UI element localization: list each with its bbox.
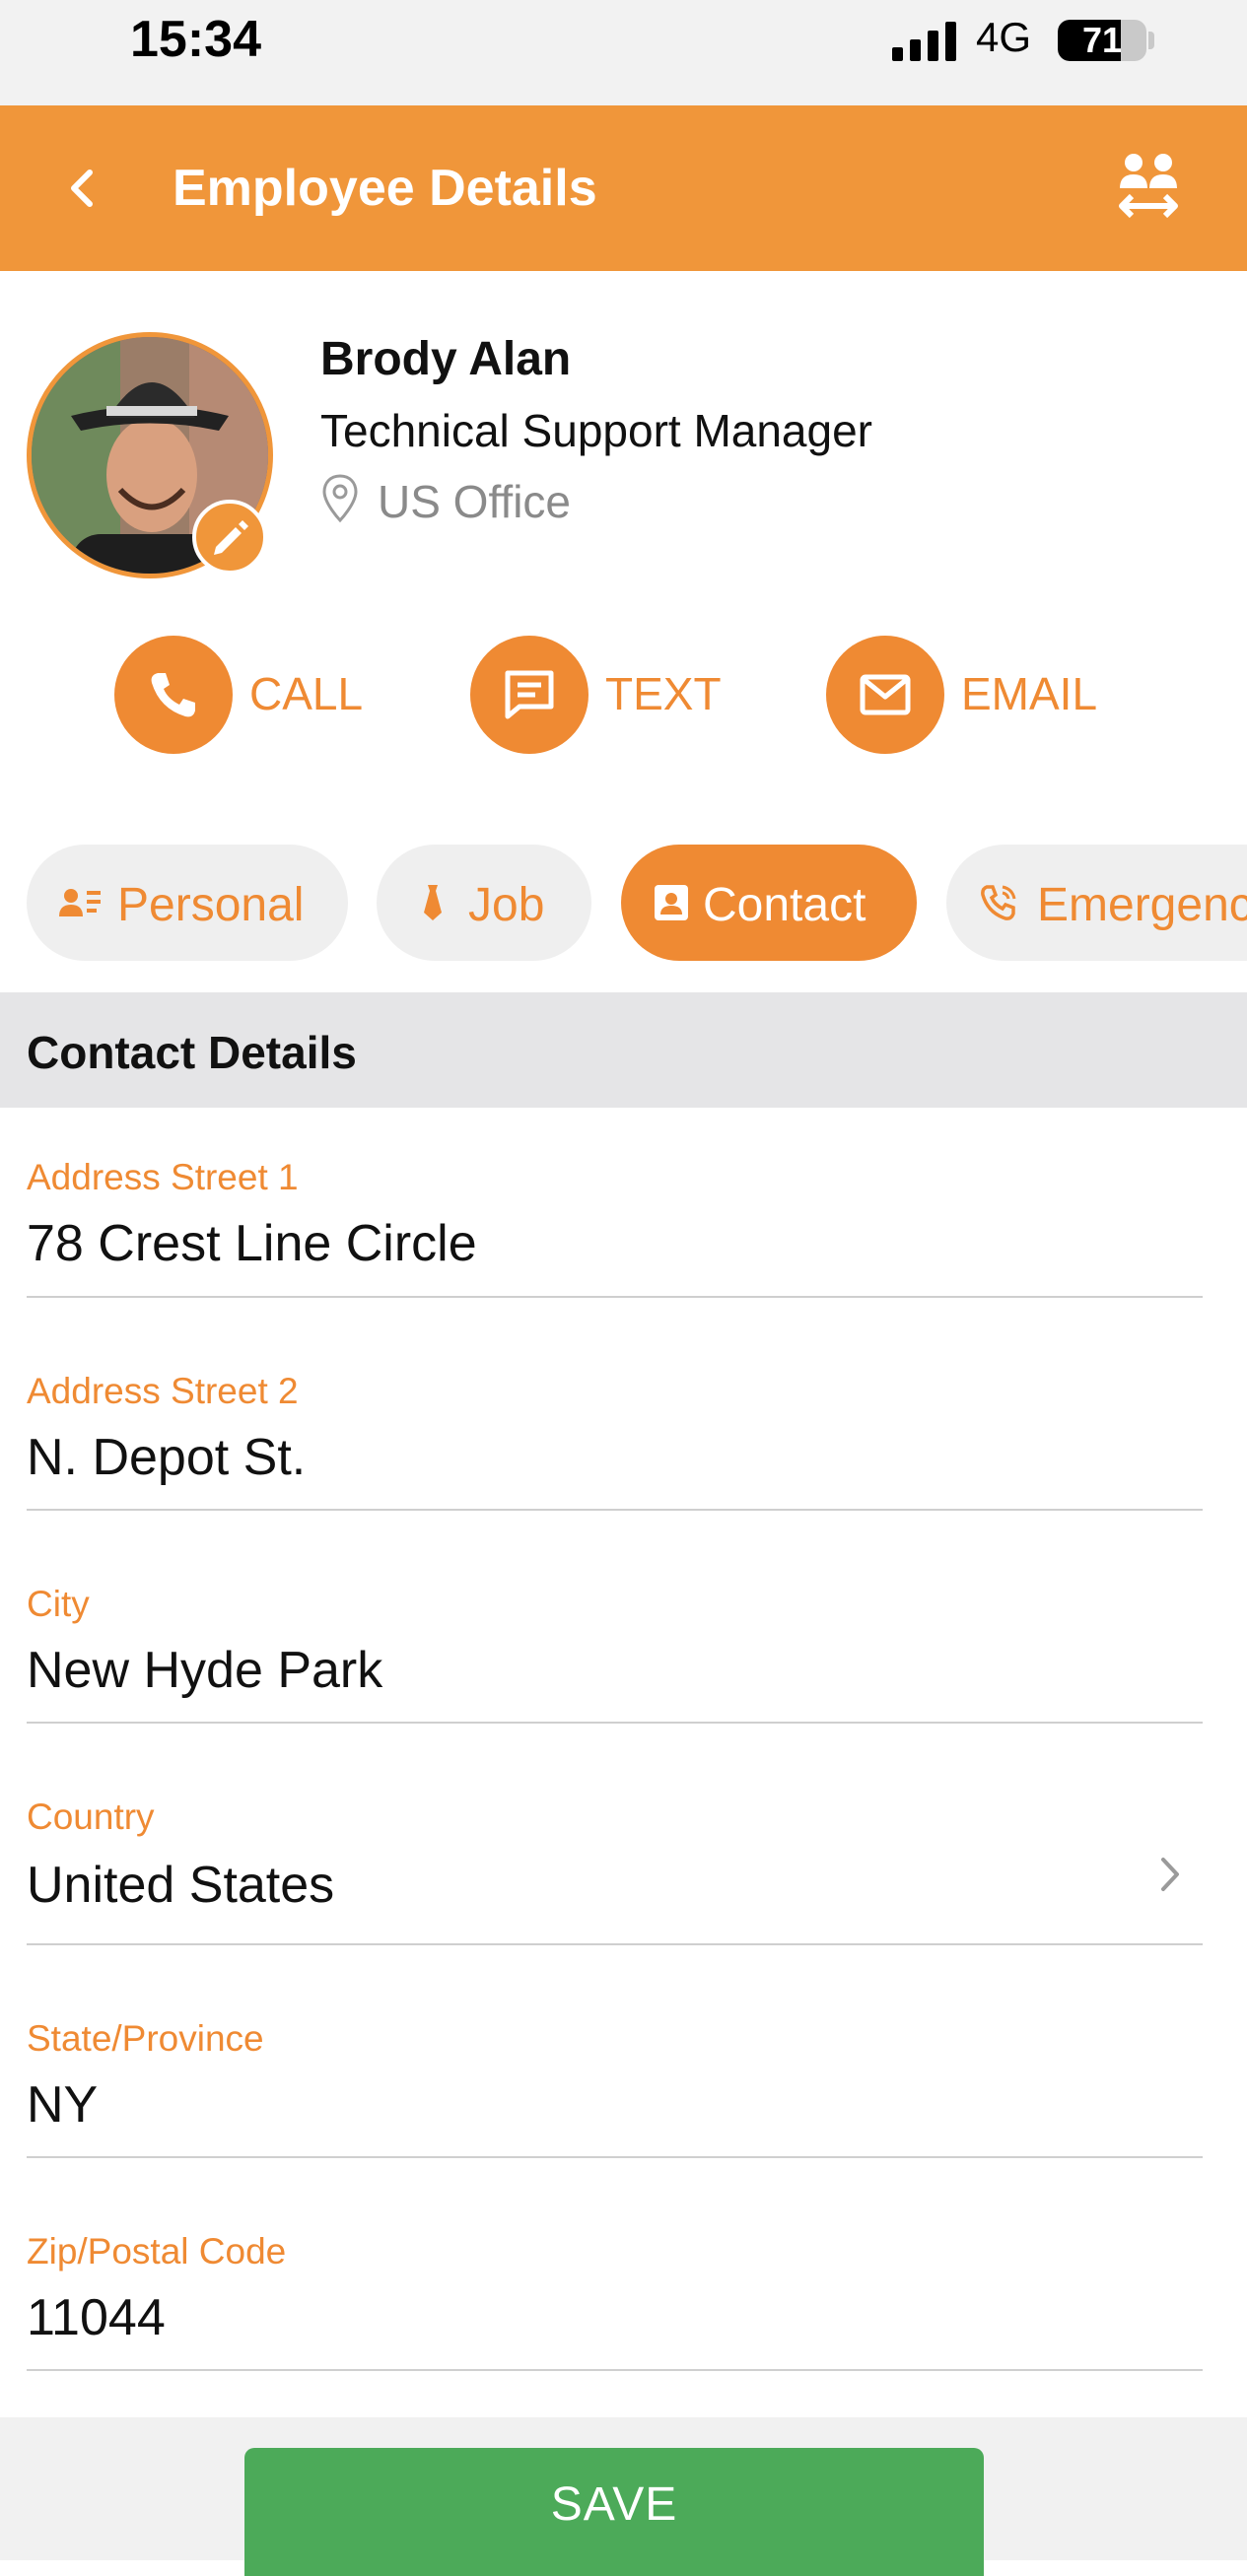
transfer-employee-button[interactable] <box>1104 145 1193 234</box>
call-button[interactable]: CALL <box>114 636 371 754</box>
field-value[interactable]: 11044 <box>27 2288 166 2347</box>
phone-call-icon <box>981 885 1016 920</box>
employee-job-title: Technical Support Manager <box>320 405 872 456</box>
field-value[interactable]: N. Depot St. <box>27 1428 306 1487</box>
text-circle <box>470 636 589 754</box>
edit-photo-button[interactable] <box>192 500 267 575</box>
person-card-icon <box>59 889 101 916</box>
field-value[interactable]: United States <box>27 1856 334 1915</box>
status-time: 15:34 <box>130 11 261 68</box>
save-label: SAVE <box>550 2478 678 2531</box>
zip-postal-code-field[interactable]: Zip/Postal Code 11044 <box>27 2158 1203 2371</box>
field-label: Country <box>27 1796 155 1837</box>
employee-name: Brody Alan <box>320 333 572 385</box>
field-value[interactable]: New Hyde Park <box>27 1641 382 1700</box>
state-province-field[interactable]: State/Province NY <box>27 1945 1203 2158</box>
text-button[interactable]: TEXT <box>470 636 727 754</box>
chevron-left-icon <box>71 169 93 207</box>
field-label: Zip/Postal Code <box>27 2231 287 2271</box>
section-header: Contact Details <box>0 992 1247 1108</box>
text-label: TEXT <box>605 668 722 719</box>
chevron-right-icon <box>1161 1858 1179 1891</box>
city-field[interactable]: City New Hyde Park <box>27 1511 1203 1724</box>
footer: SAVE <box>0 2417 1247 2576</box>
employee-location: US Office <box>378 476 571 527</box>
status-bar: 15:34 4G 71 <box>0 0 1247 105</box>
phone-icon <box>151 673 195 717</box>
tab-label: Personal <box>117 879 305 931</box>
tab-contact[interactable]: Contact <box>621 845 917 961</box>
employee-profile: Brody Alan Technical Support Manager US … <box>0 271 1247 833</box>
tie-icon <box>424 885 442 920</box>
tab-emergency[interactable]: Emergenc <box>946 845 1247 961</box>
section-title: Contact Details <box>27 1027 357 1078</box>
contact-book-icon <box>655 885 688 920</box>
back-button[interactable] <box>44 149 123 228</box>
address-street-2-field[interactable]: Address Street 2 N. Depot St. <box>27 1298 1203 1511</box>
app-bar: Employee Details <box>0 105 1247 271</box>
field-label: State/Province <box>27 2018 264 2059</box>
location-pin-icon <box>322 474 358 523</box>
pencil-icon <box>214 520 248 555</box>
call-label: CALL <box>249 668 364 719</box>
email-button[interactable]: EMAIL <box>826 636 1122 754</box>
battery-percent: 71 <box>1081 20 1123 60</box>
field-label: Address Street 1 <box>27 1157 299 1197</box>
battery-icon: 71 <box>1058 20 1146 61</box>
email-label: EMAIL <box>961 668 1098 719</box>
field-label: City <box>27 1584 90 1624</box>
tab-bar: Personal Job Contact Emergenc <box>0 843 1247 966</box>
people-transfer-icon <box>1119 154 1178 219</box>
country-field[interactable]: Country United States <box>27 1724 1203 1945</box>
message-icon <box>505 670 554 719</box>
cellular-signal-icon <box>892 22 956 61</box>
field-value[interactable]: 78 Crest Line Circle <box>27 1214 477 1273</box>
tab-label: Emergenc <box>1037 879 1247 931</box>
page-title: Employee Details <box>173 160 597 217</box>
field-value[interactable]: NY <box>27 2075 98 2135</box>
address-street-1-field[interactable]: Address Street 1 78 Crest Line Circle <box>27 1108 1203 1298</box>
email-circle <box>826 636 944 754</box>
mail-icon <box>860 674 911 715</box>
field-label: Address Street 2 <box>27 1371 299 1411</box>
call-circle <box>114 636 233 754</box>
save-button[interactable]: SAVE <box>244 2448 984 2576</box>
tab-personal[interactable]: Personal <box>27 845 348 961</box>
tab-label: Job <box>468 879 545 931</box>
tab-label: Contact <box>703 879 866 931</box>
tab-job[interactable]: Job <box>377 845 591 961</box>
battery-tip <box>1148 32 1154 49</box>
network-type: 4G <box>976 14 1032 60</box>
